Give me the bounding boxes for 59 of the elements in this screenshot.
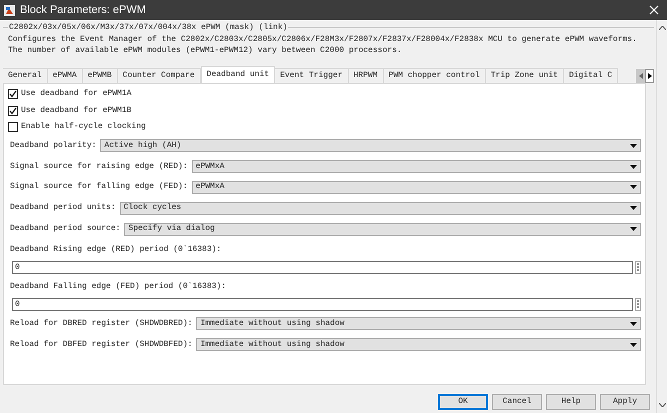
tab[interactable]: ePWMB <box>82 68 118 83</box>
field-label: Deadband Falling edge (FED) period (0`16383): <box>9 281 228 294</box>
scrollbar[interactable] <box>656 20 667 413</box>
more-options-icon[interactable] <box>635 298 641 311</box>
dropdown[interactable]: ePWMxA <box>192 160 641 174</box>
tab[interactable]: PWM chopper control <box>384 68 486 83</box>
caret-icon <box>630 206 637 210</box>
input-field[interactable]: 0 <box>12 298 633 311</box>
tab[interactable]: Counter Compare <box>118 68 201 83</box>
tab[interactable]: Trip Zone unit <box>486 68 564 83</box>
checkbox[interactable] <box>8 106 18 116</box>
caret-icon <box>630 185 637 190</box>
dialog-button[interactable]: Help <box>546 394 596 410</box>
caret-icon <box>630 227 637 232</box>
checkbox[interactable] <box>8 122 18 132</box>
dialog-button[interactable]: Apply <box>600 394 650 410</box>
tab[interactable]: General <box>3 68 48 83</box>
tab[interactable]: ePWMA <box>48 68 83 83</box>
dropdown[interactable]: Immediate without using shadow <box>196 317 641 330</box>
group-title: C2802x/03x/05x/06x/M3x/37x/07x/004x/38x ePWM (mask) (link) <box>8 22 288 33</box>
dropdown[interactable]: Active high (AH) <box>100 139 641 152</box>
field-label: Deadband polarity: <box>10 140 96 152</box>
field-label: Signal source for falling edge (FED): <box>10 181 188 194</box>
app-icon <box>4 4 15 16</box>
left-triangle-icon <box>638 73 642 79</box>
description-text: The number of available ePWM modules (ePWM1-ePWM12) vary between C2000 processors. <box>8 45 403 56</box>
dialog-button[interactable]: OK <box>438 394 488 410</box>
tab-scroll-right-button[interactable] <box>645 69 654 83</box>
checkbox[interactable] <box>8 89 18 100</box>
caret-icon <box>630 322 637 326</box>
field-label: Deadband Rising edge (RED) period (0`16383): <box>9 244 222 256</box>
field-label: Deadband period units: <box>10 202 116 214</box>
tab[interactable]: Deadband unit <box>200 66 276 83</box>
field-label: Signal source for raising edge (RED): <box>10 160 188 173</box>
dropdown[interactable]: Specify via dialog <box>124 222 641 236</box>
scroll-up-icon[interactable] <box>658 26 666 30</box>
caret-icon <box>630 342 637 347</box>
close-icon[interactable] <box>649 5 659 15</box>
input-field[interactable]: 0 <box>12 260 633 274</box>
right-triangle-icon <box>648 73 652 79</box>
checkbox-label: Enable half-cycle clocking <box>21 121 146 134</box>
caret-icon <box>630 144 637 148</box>
tab[interactable]: Digital C <box>564 68 618 83</box>
more-options-icon[interactable] <box>635 260 641 274</box>
dropdown[interactable]: Immediate without using shadow <box>196 338 641 352</box>
description-text: Configures the Event Manager of the C2802x/C2803x/C2805x/C2806x/F28M3x/F2807x/F2837x/F28004x/F2838x MCU to generate ePWM waveforms. <box>8 34 638 45</box>
field-label: Reload for DBFED register (SHDWDBFED): <box>10 338 192 351</box>
tab[interactable]: Event Trigger <box>275 68 348 83</box>
field-label: Deadband period source: <box>10 223 120 236</box>
dropdown[interactable]: Clock cycles <box>120 202 641 215</box>
dialog-button[interactable]: Cancel <box>492 394 542 410</box>
checkbox-label: Use deadband for ePWM1A <box>21 88 132 100</box>
tab[interactable]: HRPWM <box>348 68 384 83</box>
window-title: Block Parameters: ePWM <box>20 2 147 18</box>
scroll-down-icon[interactable] <box>658 403 666 407</box>
dropdown[interactable]: ePWMxA <box>192 180 641 194</box>
checkbox-label: Use deadband for ePWM1B <box>21 104 132 117</box>
caret-icon <box>630 164 637 169</box>
field-label: Reload for DBRED register (SHDWDBRED): <box>10 318 192 330</box>
